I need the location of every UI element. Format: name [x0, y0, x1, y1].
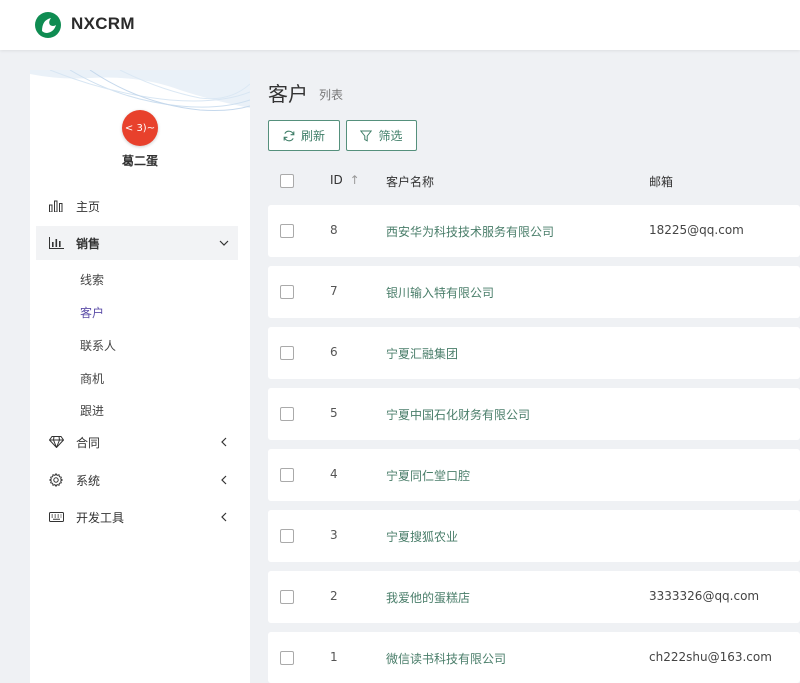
row-checkbox[interactable] — [280, 468, 294, 482]
page-subtitle: 列表 — [319, 88, 344, 102]
refresh-button-label: 刷新 — [300, 129, 325, 143]
sidebar-item-label: 合同 — [76, 435, 101, 450]
sidebar: < 3)~ 葛二蛋 主页 销售 线索 客户 联系人 商机 跟进 合同 系统 开发… — [30, 70, 250, 683]
refresh-icon — [283, 130, 295, 141]
customer-name-link[interactable]: 宁夏中国石化财务有限公司 — [386, 406, 530, 423]
filter-button[interactable]: 筛选 — [346, 120, 417, 151]
keyboard-icon — [48, 509, 64, 525]
submenu-item-opportunities[interactable]: 商机 — [80, 370, 104, 387]
logo-icon[interactable] — [34, 11, 62, 39]
avatar-text: < 3)~ — [124, 122, 156, 134]
sidebar-item-label: 主页 — [76, 199, 101, 214]
sidebar-item-label: 销售 — [76, 236, 101, 251]
table-row[interactable]: 8 西安华为科技技术服务有限公司 18225@qq.com — [268, 205, 800, 257]
filter-button-label: 筛选 — [378, 129, 403, 143]
sort-ascending-icon: ↑ — [349, 173, 360, 187]
table-row[interactable]: 4 宁夏同仁堂口腔 — [268, 449, 800, 501]
chevron-left-icon — [218, 511, 230, 523]
sidebar-item-label: 开发工具 — [76, 510, 125, 525]
gear-icon — [48, 472, 64, 488]
column-header-id[interactable]: ID ↑ — [330, 173, 360, 187]
filter-icon — [360, 130, 373, 142]
customer-name-link[interactable]: 我爱他的蛋糕店 — [386, 589, 470, 606]
row-id: 2 — [330, 589, 338, 603]
customer-name-link[interactable]: 微信读书科技有限公司 — [386, 650, 506, 667]
sidebar-banner-decoration — [30, 70, 250, 111]
table-row[interactable]: 7 银川输入特有限公司 — [268, 266, 800, 318]
row-id: 5 — [330, 406, 338, 420]
submenu-item-customers[interactable]: 客户 — [80, 304, 104, 321]
username: 葛二蛋 — [121, 154, 158, 168]
customer-name-link[interactable]: 宁夏汇融集团 — [386, 345, 458, 362]
bar-chart-line-icon — [48, 235, 64, 251]
customer-name-link[interactable]: 宁夏同仁堂口腔 — [386, 467, 470, 484]
sidebar-item-label: 系统 — [76, 473, 101, 488]
avatar[interactable]: < 3)~ — [122, 110, 158, 146]
sidebar-item-home[interactable]: 主页 — [36, 189, 238, 223]
submenu-item-leads[interactable]: 线索 — [80, 271, 104, 288]
row-email: 18225@qq.com — [649, 223, 744, 237]
row-checkbox[interactable] — [280, 346, 294, 360]
row-checkbox[interactable] — [280, 224, 294, 238]
diamond-icon — [48, 434, 64, 450]
row-id: 7 — [330, 284, 338, 298]
row-id: 3 — [330, 528, 338, 542]
submenu-item-followups[interactable]: 跟进 — [80, 402, 104, 419]
submenu-item-contacts[interactable]: 联系人 — [80, 337, 116, 354]
table-header: ID ↑ 客户名称 邮箱 — [268, 158, 800, 202]
refresh-button[interactable]: 刷新 — [268, 120, 340, 151]
chevron-down-icon — [218, 237, 230, 249]
row-email: ch222shu@163.com — [649, 650, 772, 664]
brand-name[interactable]: NXCRM — [71, 14, 135, 34]
bar-chart-icon — [48, 198, 64, 214]
column-header-name[interactable]: 客户名称 — [386, 173, 434, 190]
table-row[interactable]: 3 宁夏搜狐农业 — [268, 510, 800, 562]
row-checkbox[interactable] — [280, 285, 294, 299]
select-all-checkbox[interactable] — [280, 174, 294, 188]
row-checkbox[interactable] — [280, 407, 294, 421]
row-checkbox[interactable] — [280, 590, 294, 604]
row-checkbox[interactable] — [280, 529, 294, 543]
row-id: 8 — [330, 223, 338, 237]
sidebar-item-sales[interactable]: 销售 — [36, 226, 238, 260]
table-row[interactable]: 6 宁夏汇融集团 — [268, 327, 800, 379]
table-row[interactable]: 2 我爱他的蛋糕店 3333326@qq.com — [268, 571, 800, 623]
chevron-left-icon — [218, 474, 230, 486]
row-id: 1 — [330, 650, 338, 664]
column-header-id-label: ID — [330, 173, 343, 187]
row-email: 3333326@qq.com — [649, 589, 760, 603]
top-bar: NXCRM — [0, 0, 800, 50]
customer-name-link[interactable]: 宁夏搜狐农业 — [386, 528, 458, 545]
sidebar-item-system[interactable]: 系统 — [36, 463, 238, 497]
row-id: 6 — [330, 345, 338, 359]
column-header-email[interactable]: 邮箱 — [649, 173, 673, 190]
table-row[interactable]: 1 微信读书科技有限公司 ch222shu@163.com — [268, 632, 800, 683]
row-checkbox[interactable] — [280, 651, 294, 665]
customer-name-link[interactable]: 西安华为科技技术服务有限公司 — [386, 223, 554, 240]
row-id: 4 — [330, 467, 338, 481]
page-title: 客户 — [268, 82, 308, 106]
customer-name-link[interactable]: 银川输入特有限公司 — [386, 284, 494, 301]
table-row[interactable]: 5 宁夏中国石化财务有限公司 — [268, 388, 800, 440]
chevron-left-icon — [218, 436, 230, 448]
sidebar-item-dev-tools[interactable]: 开发工具 — [36, 500, 238, 534]
sidebar-item-contracts[interactable]: 合同 — [36, 425, 238, 459]
